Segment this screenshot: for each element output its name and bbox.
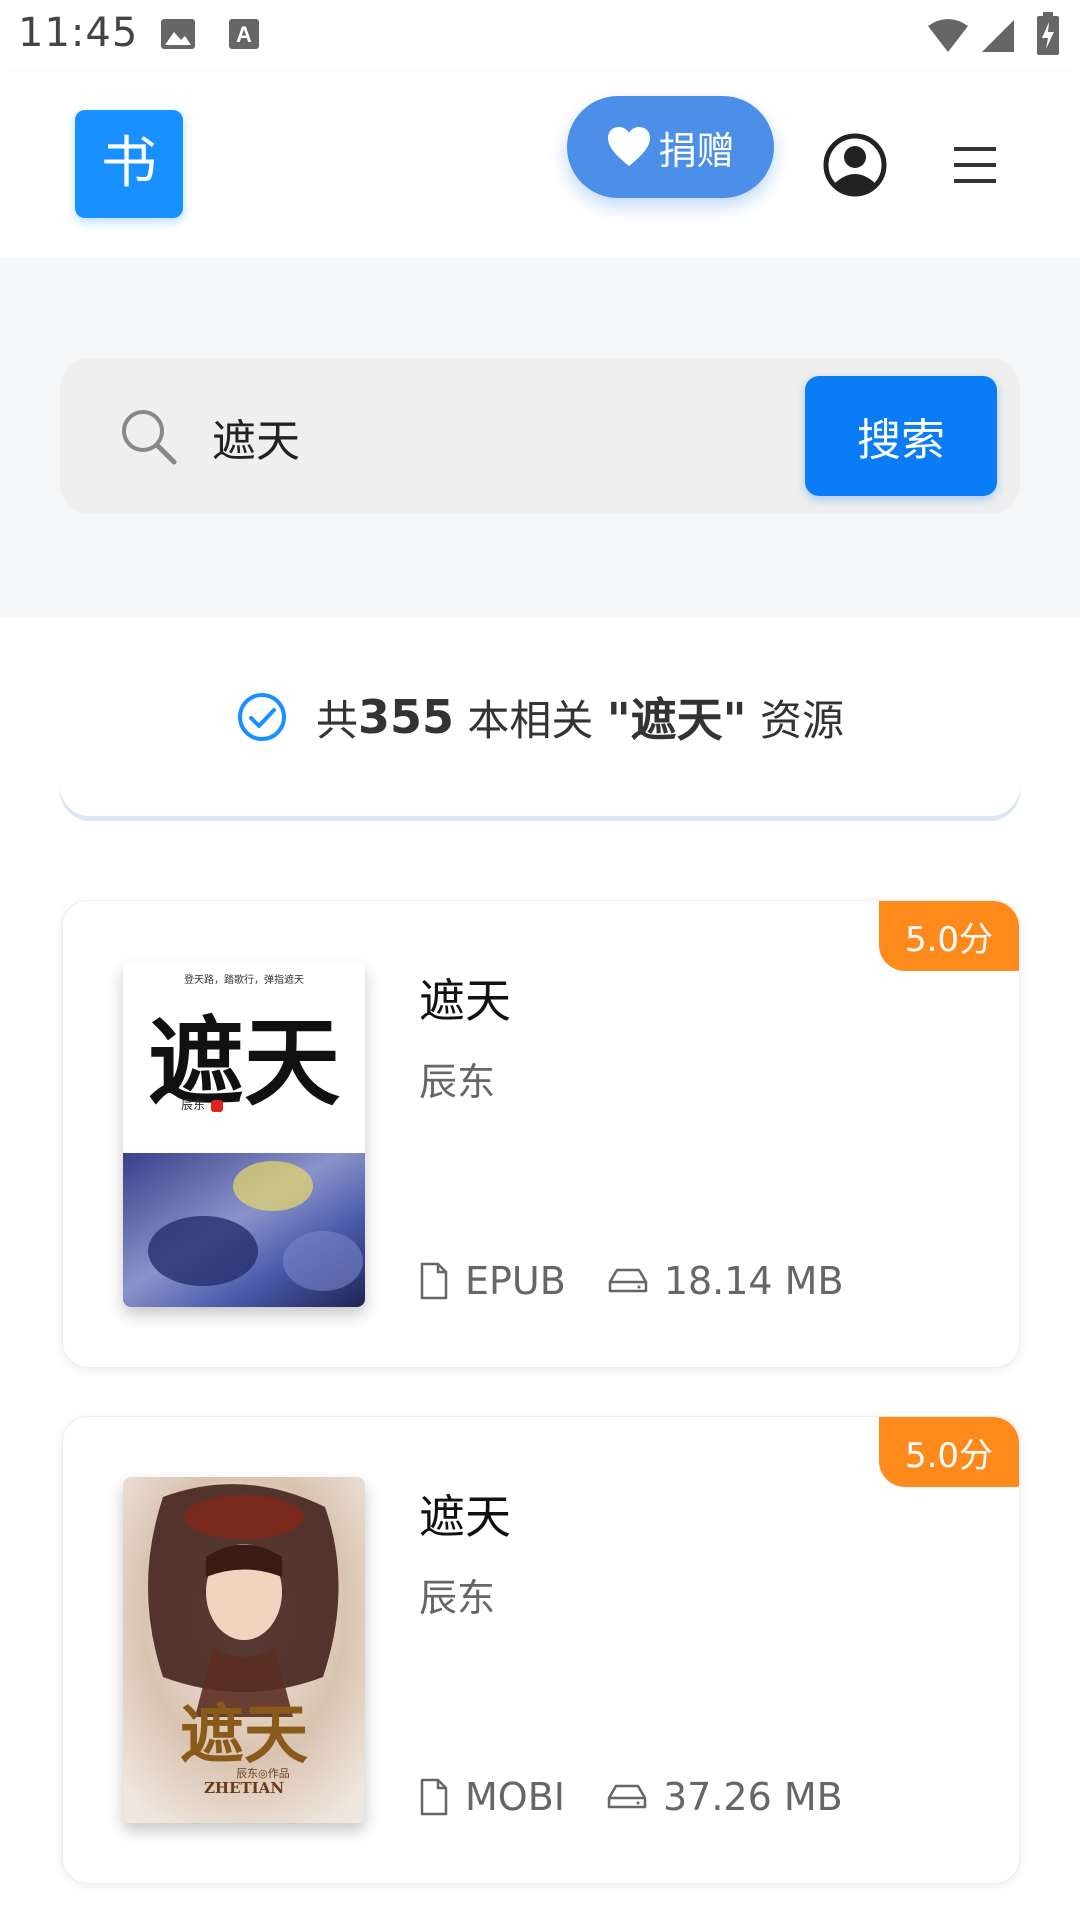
book-cover[interactable]: 登天路，踏歌行，弹指遮天 遮天 辰东 (123, 961, 365, 1307)
summary-prefix: 共 (315, 695, 358, 745)
signal-icon (982, 20, 1014, 52)
status-bar: 11:45 A (0, 0, 1080, 72)
book-format-label: EPUB (465, 1259, 566, 1303)
book-cover[interactable]: 遮天 辰东◎作品 ZHETIAN (123, 1477, 365, 1823)
cover-author: 辰东 (181, 1098, 205, 1112)
file-icon (420, 1262, 448, 1300)
cover-tagline: 登天路，踏歌行，弹指遮天 (184, 973, 304, 986)
book-card[interactable]: 5.0分 登天路，踏歌行，弹指遮天 遮天 辰东 遮天 辰东 EPUB 18.14… (62, 900, 1020, 1368)
book-format: EPUB (419, 1259, 566, 1303)
search-box: 搜索 (60, 358, 1020, 514)
result-summary: 共 355 本相关 "遮天" 资源 (60, 618, 1020, 816)
search-section: 搜索 (0, 258, 1080, 618)
hard-drive-icon (608, 1268, 648, 1293)
user-account-icon[interactable] (822, 132, 888, 198)
svg-text:A: A (236, 22, 252, 47)
app-header: 书 捐赠 (0, 72, 1080, 258)
book-meta: MOBI 37.26 MB (419, 1767, 885, 1827)
book-size-label: 37.26 MB (662, 1775, 843, 1819)
search-button[interactable]: 搜索 (805, 376, 997, 496)
book-author[interactable]: 辰东 (419, 1051, 495, 1106)
heart-icon (608, 127, 651, 166)
search-icon (122, 410, 177, 465)
book-size-label: 18.14 MB (663, 1259, 844, 1303)
summary-query: "遮天" (606, 693, 747, 747)
hamburger-menu-icon[interactable] (952, 144, 998, 186)
book-size: 37.26 MB (607, 1775, 843, 1819)
book-title[interactable]: 遮天 (419, 1481, 511, 1547)
rating-badge: 5.0分 (879, 901, 1019, 971)
status-time: 11:45 (18, 10, 139, 56)
battery-icon (1037, 12, 1059, 55)
site-logo[interactable]: 书 (75, 110, 183, 218)
book-format-label: MOBI (465, 1775, 565, 1819)
a-notification-icon: A (229, 19, 259, 49)
book-title[interactable]: 遮天 (419, 965, 511, 1031)
hard-drive-icon (607, 1784, 647, 1809)
search-input[interactable] (210, 398, 834, 476)
results-section: 共 355 本相关 "遮天" 资源 5.0分 登天路，踏歌行，弹指遮天 遮天 辰… (0, 618, 1080, 1920)
book-card[interactable]: 5.0分 遮天 辰东◎作品 ZHETIAN 遮天 辰东 MOBI 37.26 M… (62, 1416, 1020, 1884)
file-icon (420, 1778, 448, 1816)
book-meta: EPUB 18.14 MB (419, 1251, 886, 1311)
book-cover-art: 遮天 辰东◎作品 ZHETIAN (123, 1477, 365, 1823)
cover-seal (211, 1100, 223, 1112)
summary-count: 355 (357, 690, 455, 744)
donate-button[interactable]: 捐赠 (567, 96, 774, 198)
rating-badge: 5.0分 (879, 1417, 1019, 1487)
donate-label: 捐赠 (658, 128, 735, 173)
book-size: 18.14 MB (608, 1259, 844, 1303)
cover-title: 遮天 (148, 1006, 340, 1119)
book-cover-art: 登天路，踏歌行，弹指遮天 遮天 辰东 (123, 961, 365, 1307)
summary-suffix: 资源 (746, 695, 845, 745)
image-notification-icon (161, 19, 195, 49)
check-circle-icon (237, 693, 286, 741)
cover-pinyin: ZHETIAN (204, 1779, 284, 1797)
cover-title: 遮天 (180, 1698, 308, 1773)
summary-middle: 本相关 (454, 695, 607, 745)
wifi-icon (928, 19, 968, 52)
book-author[interactable]: 辰东 (419, 1567, 495, 1622)
book-format: MOBI (419, 1775, 565, 1819)
